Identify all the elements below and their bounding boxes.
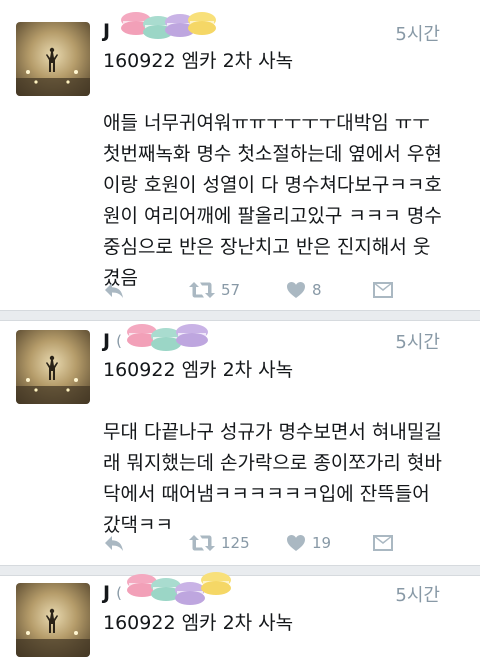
tweet-line <box>103 77 473 108</box>
tweet-line: 160922 엠카 2차 사녹 <box>103 612 294 634</box>
tweet-line: 래 뭐지했는데 손가락으로 종이쪼가리 혓바 <box>103 452 442 474</box>
tweet[interactable]: J 5시간 160922 엠카 2차 사녹 애들 너무귀여워ㅠㅠㅜㅜㅜㅜ대박임 … <box>0 0 480 310</box>
tweet-line: 원이 여리어깨에 팔올리고있구 ㅋㅋㅋ 명수 <box>103 205 442 227</box>
author-name[interactable]: J <box>103 582 110 604</box>
macaron-emoji-icon <box>121 12 216 39</box>
tweet-timestamp[interactable]: 5시간 <box>395 328 440 354</box>
tweet-line: 중심으로 반은 장난치고 반은 진지해서 웃 <box>103 236 431 258</box>
reply-icon <box>105 283 123 298</box>
tweet-line <box>103 386 473 417</box>
timeline: J 5시간 160922 엠카 2차 사녹 애들 너무귀여워ㅠㅠㅜㅜㅜㅜ대박임 … <box>0 0 480 658</box>
heart-icon <box>287 282 305 298</box>
tweet[interactable]: J ( 5시간 160922 엠카 2차 사녹 <box>0 572 480 658</box>
envelope-icon <box>373 535 393 551</box>
like-count: 19 <box>312 534 332 552</box>
author-row: J <box>103 16 116 46</box>
tweet-line: 160922 엠카 2차 사녹 <box>103 359 294 381</box>
tweet[interactable]: J ( 5시간 160922 엠카 2차 사녹 무대 다끝나구 성규가 명수보면… <box>0 321 480 565</box>
tweet-text: 160922 엠카 2차 사녹 무대 다끝나구 성규가 명수보면서 혀내밀길 래… <box>103 355 473 541</box>
author-row: J ( <box>103 578 122 608</box>
retweet-count: 125 <box>221 534 250 552</box>
tweet-separator <box>0 565 480 576</box>
author-name[interactable]: J <box>103 330 110 352</box>
retweet-button[interactable]: 125 <box>189 529 250 557</box>
tweet-line: 무대 다끝나구 성규가 명수보면서 혀내밀길 <box>103 421 442 443</box>
direct-message-button[interactable] <box>372 276 394 304</box>
macaron-emoji-icon <box>127 572 231 605</box>
heart-icon <box>287 535 305 551</box>
like-button[interactable]: 8 <box>286 276 322 304</box>
tweet-line: 애들 너무귀여워ㅠㅠㅜㅜㅜㅜ대박임 ㅠㅜ <box>103 112 430 134</box>
direct-message-button[interactable] <box>372 529 394 557</box>
retweet-count: 57 <box>221 281 241 299</box>
like-count: 8 <box>312 281 322 299</box>
envelope-icon <box>373 282 393 298</box>
like-button[interactable]: 19 <box>286 529 331 557</box>
retweet-icon <box>189 282 215 298</box>
author-row: J ( <box>103 326 122 356</box>
reply-button[interactable] <box>103 276 125 304</box>
tweet-line: 첫번째녹화 명수 첫소절하는데 옆에서 우현 <box>103 143 442 165</box>
macaron-emoji-icon <box>127 324 208 351</box>
reply-button[interactable] <box>103 529 125 557</box>
tweet-line: 이랑 호원이 성열이 다 명수쳐다보구ㅋㅋ호 <box>103 174 442 196</box>
reply-icon <box>105 536 123 551</box>
tweet-separator <box>0 310 480 321</box>
tweet-line: 닥에서 때어냄ㅋㅋㅋㅋㅋㅋ입에 잔뜩들어 <box>103 483 430 505</box>
tweet-timestamp[interactable]: 5시간 <box>395 581 440 607</box>
retweet-button[interactable]: 57 <box>189 276 240 304</box>
author-handle: ( <box>116 332 122 350</box>
avatar[interactable] <box>16 22 90 96</box>
tweet-line: 160922 엠카 2차 사녹 <box>103 50 294 72</box>
tweet-text: 160922 엠카 2차 사녹 <box>103 608 473 639</box>
author-name[interactable]: J <box>103 20 110 42</box>
tweet-actions: 57 8 <box>103 276 403 304</box>
tweet-timestamp[interactable]: 5시간 <box>395 20 440 46</box>
avatar[interactable] <box>16 583 90 657</box>
avatar[interactable] <box>16 330 90 404</box>
retweet-icon <box>189 535 215 551</box>
tweet-text: 160922 엠카 2차 사녹 애들 너무귀여워ㅠㅠㅜㅜㅜㅜ대박임 ㅠㅜ 첫번째… <box>103 46 473 294</box>
tweet-actions: 125 19 <box>103 529 403 557</box>
